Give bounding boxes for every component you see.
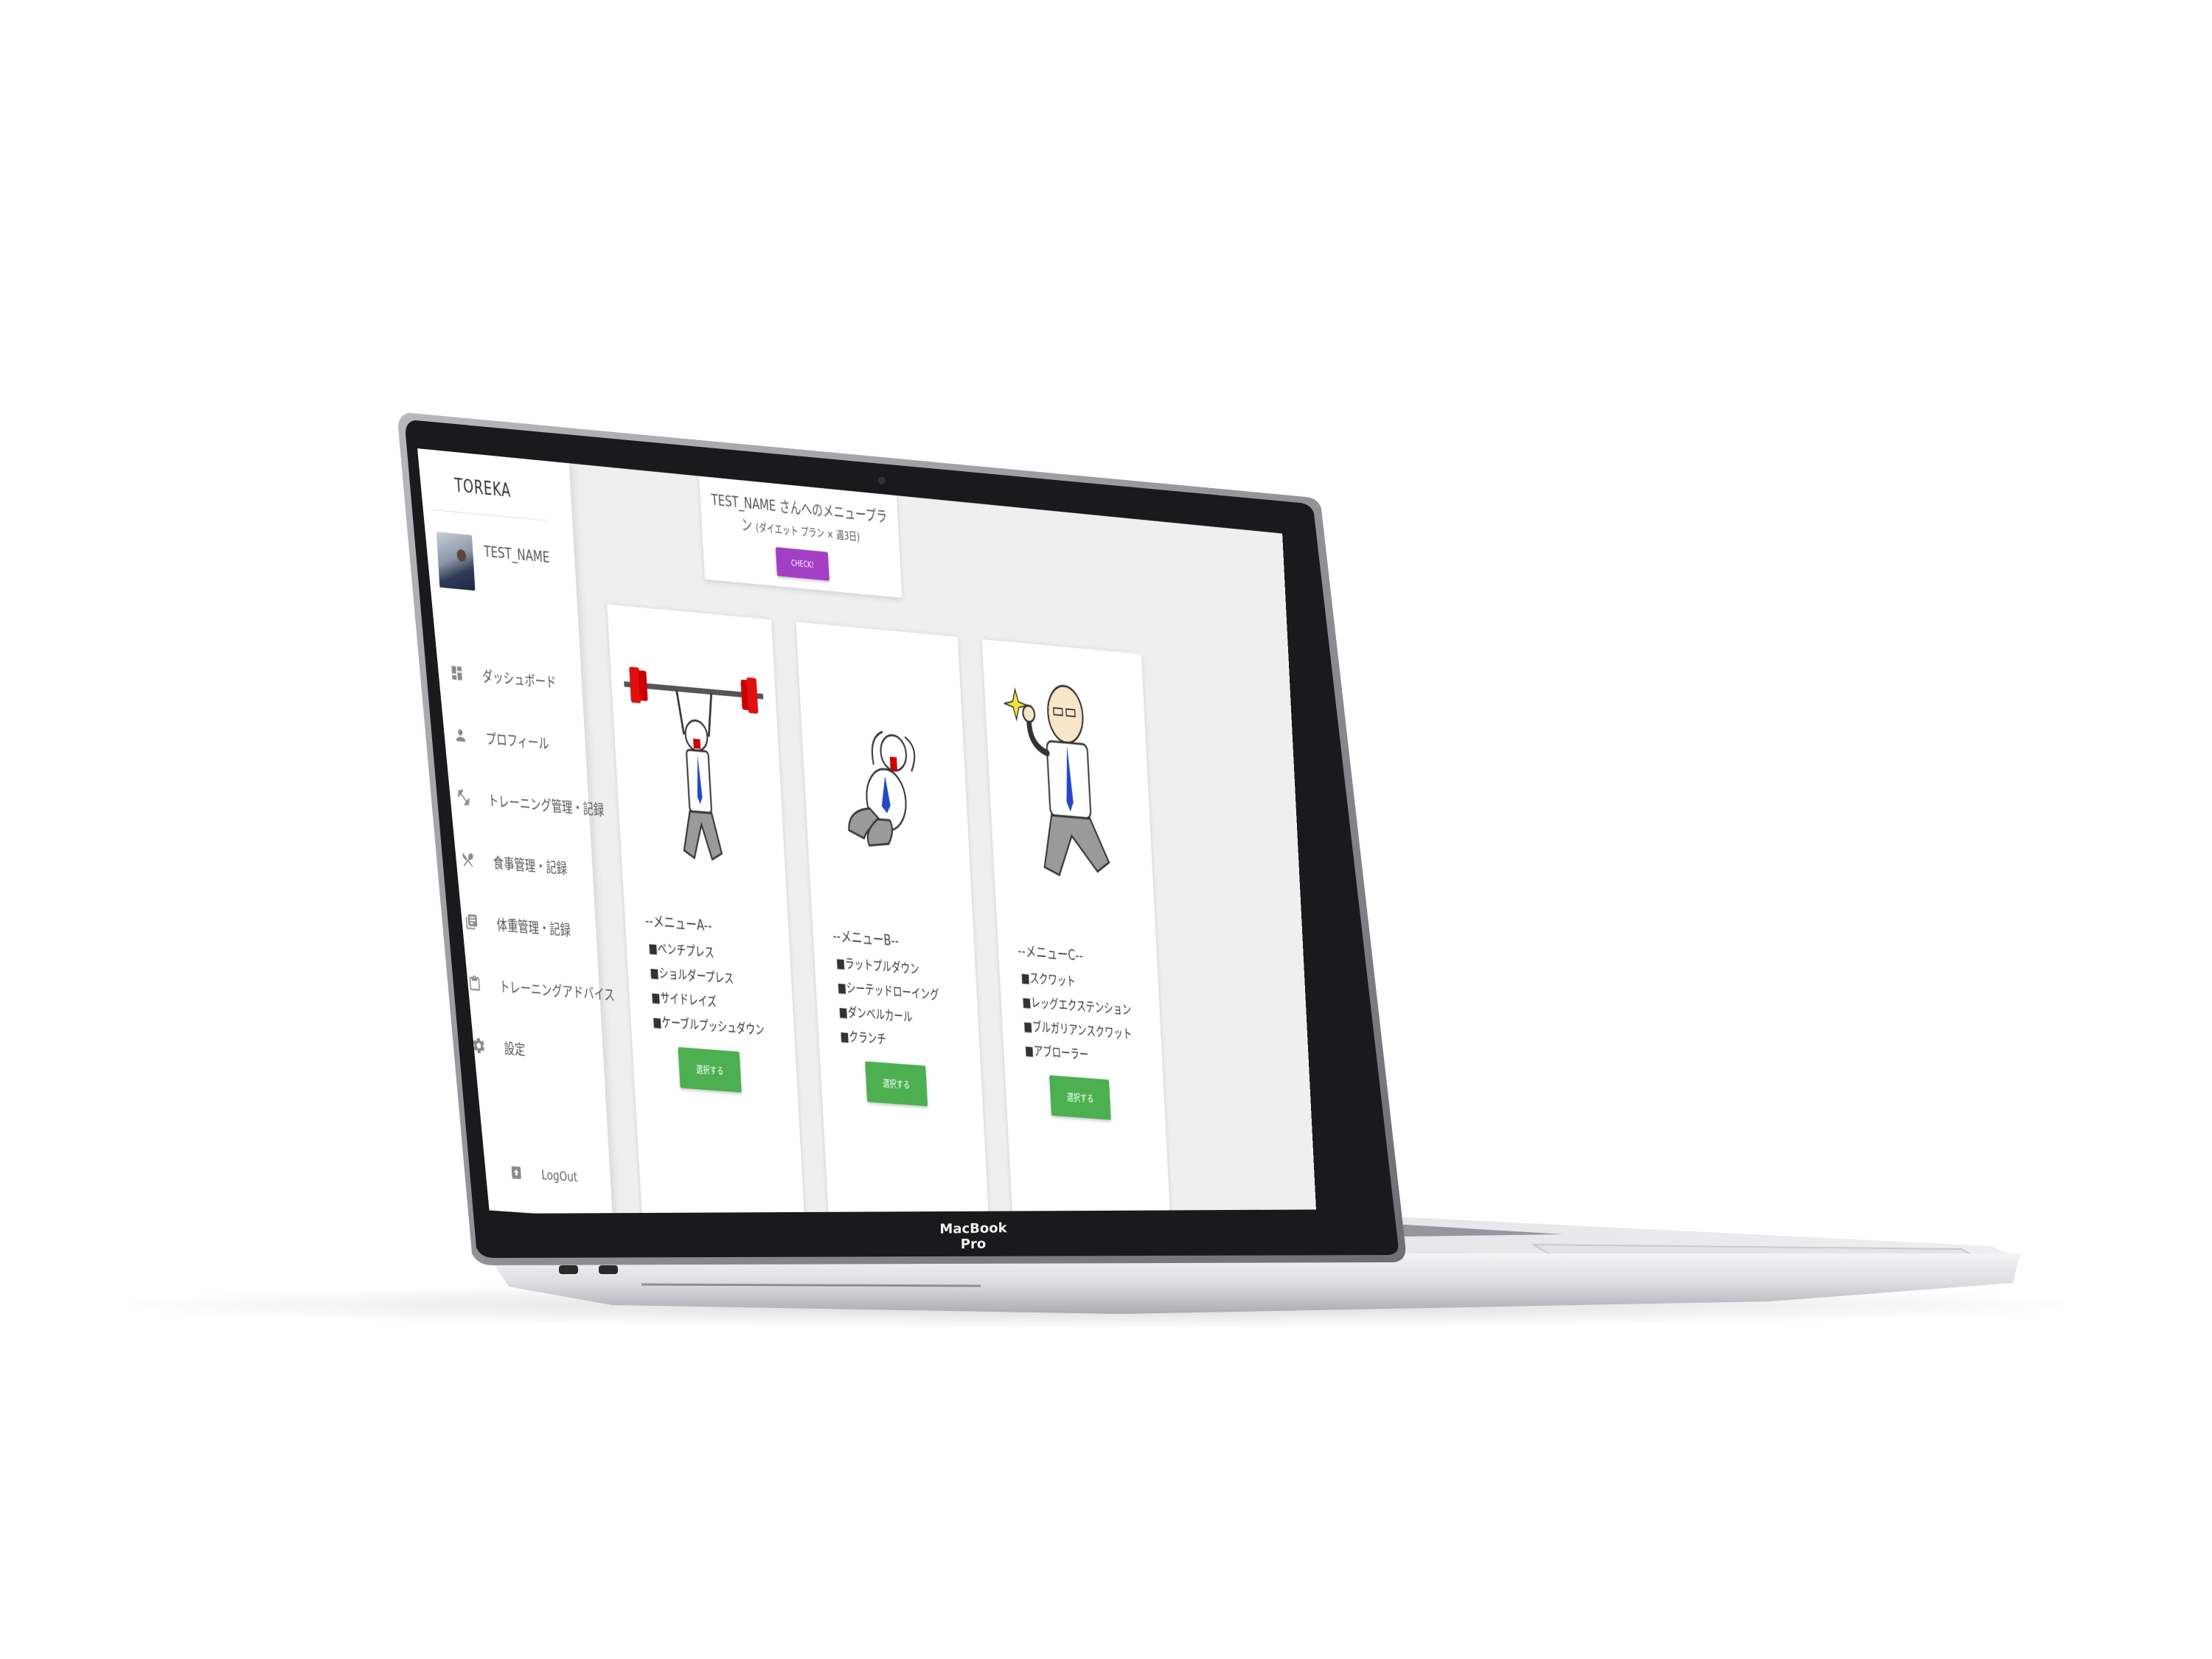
sidebar-item-weight[interactable]: 体重管理・記録 xyxy=(459,900,613,953)
plan-detail: (ダイエット プラン × 週3日) xyxy=(755,520,860,544)
exercise-list: ■ベンチプレス ■ショルダープレス ■サイドレイズ ■ケーブルプッシュダウン xyxy=(648,936,765,1043)
user-name: TEST_NAME xyxy=(483,543,551,567)
menu-title: --メニューC-- xyxy=(1017,942,1084,965)
menu-title: --メニューA-- xyxy=(644,912,712,936)
menu-card-b: --メニューB-- ■ラットプルダウン ■シーテッドローイング ■ダンベルカール… xyxy=(796,622,993,1214)
sidebar-item-meal[interactable]: 食事管理・記録 xyxy=(456,838,609,892)
sidebar-item-settings[interactable]: 設定 xyxy=(467,1024,619,1077)
select-button[interactable]: 選択する xyxy=(1049,1075,1111,1120)
app-logo[interactable]: TOREKA xyxy=(419,472,546,505)
menu-card-a: --メニューA-- ■ベンチプレス ■ショルダープレス ■サイドレイズ ■ケーブ… xyxy=(607,604,809,1214)
divider xyxy=(431,509,548,521)
exercise-list: ■ラットプルダウン ■シーテッドローイング ■ダンベルカール ■クランチ xyxy=(835,951,942,1057)
sidebar-item-label: ダッシュボード xyxy=(481,667,557,692)
select-button[interactable]: 選択する xyxy=(865,1061,928,1107)
avatar xyxy=(436,532,476,591)
app-window: TOREKA TEST_NAME ダッシュボード プロフィール トレーニング管理… xyxy=(417,448,1319,1214)
weightlifting-illustration xyxy=(624,667,764,892)
device-brand-label: MacBook Pro xyxy=(939,1220,1007,1253)
restaurant-icon xyxy=(456,844,480,876)
sidebar-item-training[interactable]: トレーニング管理・記録 xyxy=(452,776,605,830)
logout-label: LogOut xyxy=(540,1166,578,1186)
sidebar-item-label: 体重管理・記録 xyxy=(496,916,571,939)
dashboard-icon xyxy=(445,657,469,689)
exercise-list: ■スクワット ■レッグエクステンション ■ブルガリアンスクワット ■アブローラー xyxy=(1020,966,1134,1071)
sidebar-item-profile[interactable]: プロフィール xyxy=(448,714,602,768)
sidebar-item-label: 設定 xyxy=(503,1040,526,1058)
logout-icon xyxy=(504,1157,528,1189)
select-button[interactable]: 選択する xyxy=(678,1047,742,1093)
check-button[interactable]: CHECK! xyxy=(775,546,830,581)
menu-title: --メニューB-- xyxy=(832,928,900,950)
sidebar-item-label: トレーニングアドバイス xyxy=(498,978,616,1004)
sidebar-item-label: トレーニング管理・記録 xyxy=(487,792,605,818)
flexing-illustration xyxy=(990,661,1148,923)
menu-card-c: --メニューC-- ■スクワット ■レッグエクステンション ■ブルガリアンスクワ… xyxy=(981,639,1175,1214)
logout-button[interactable]: LogOut xyxy=(504,1157,578,1192)
situp-illustration xyxy=(804,643,965,908)
person-icon xyxy=(448,719,473,751)
sidebar-item-label: プロフィール xyxy=(485,730,550,753)
plan-title: TEST_NAME さんへのメニュープラン (ダイエット プラン × 週3日) xyxy=(700,488,900,552)
sidebar-item-dashboard[interactable]: ダッシュボード xyxy=(445,651,598,706)
plan-card: TEST_NAME さんへのメニュープラン (ダイエット プラン × 週3日) … xyxy=(699,476,902,598)
notes-icon xyxy=(459,905,484,938)
sidebar-item-label: 食事管理・記録 xyxy=(493,854,568,877)
fitness-icon xyxy=(452,782,475,814)
sidebar-item-advice[interactable]: トレーニングアドバイス xyxy=(463,962,616,1015)
